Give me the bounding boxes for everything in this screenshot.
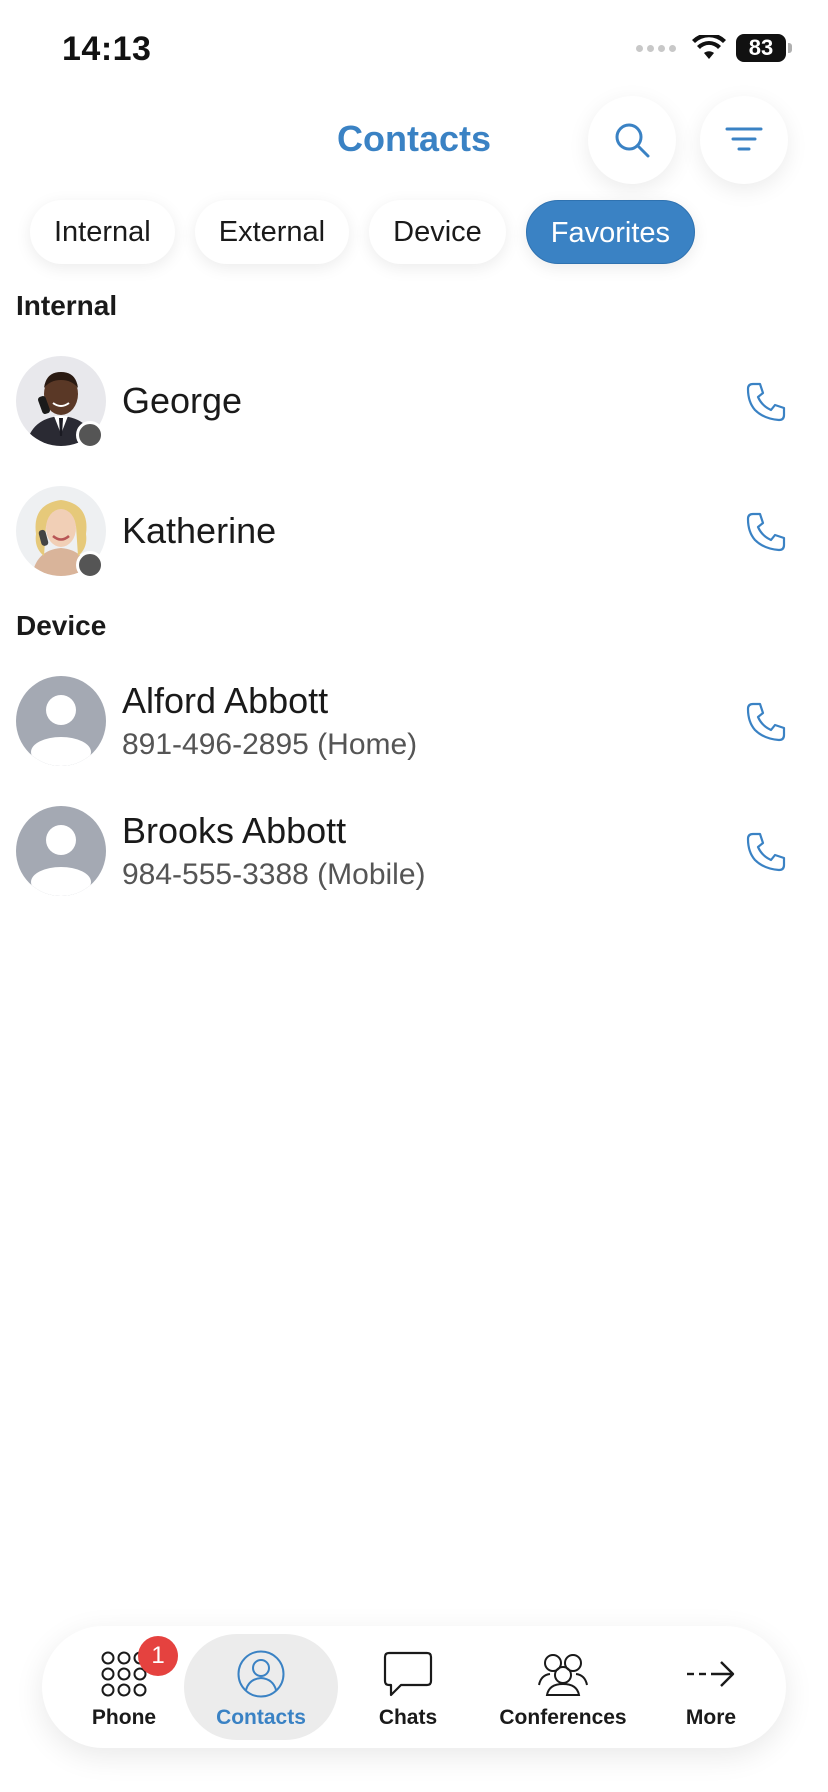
status-icons: 83 (636, 34, 792, 62)
section-title-device: Device (16, 610, 107, 641)
phone-call-icon[interactable] (744, 380, 788, 424)
contact-number: 984-555-3388 (Mobile) (122, 858, 426, 891)
chat-bubble-icon (383, 1646, 433, 1702)
bottom-nav: Phone 1 Contacts Chats Conferences More (42, 1626, 786, 1748)
chip-favorites[interactable]: Favorites (525, 200, 696, 264)
person-placeholder-icon (16, 676, 106, 766)
cellular-signal-icon (636, 44, 676, 52)
chip-device[interactable]: Device (369, 200, 506, 264)
search-button[interactable] (588, 96, 676, 184)
nav-label: More (685, 1706, 737, 1729)
chip-external[interactable]: External (194, 200, 350, 264)
nav-label: Chats (378, 1706, 438, 1729)
person-icon (236, 1646, 286, 1702)
contact-name: Katherine (122, 510, 277, 551)
phone-call-icon[interactable] (744, 510, 788, 554)
battery-icon: 83 (736, 34, 786, 62)
avatar-placeholder (16, 806, 106, 896)
contact-name: Brooks Abbott (122, 810, 347, 851)
filter-chips: Internal External Device Favorites (30, 200, 696, 264)
person-placeholder-icon (16, 806, 106, 896)
contact-row-katherine[interactable]: Katherine (0, 472, 828, 592)
group-icon (536, 1646, 590, 1702)
presence-indicator (76, 421, 104, 449)
nav-contacts[interactable]: Contacts (184, 1634, 338, 1740)
battery-cap (788, 43, 792, 53)
search-icon (615, 123, 650, 158)
contact-name: George (122, 380, 243, 421)
nav-label: Phone (91, 1706, 157, 1729)
status-bar: 14:13 83 (0, 0, 828, 100)
nav-more[interactable]: More (656, 1634, 766, 1740)
contact-row-george[interactable]: George (0, 342, 828, 462)
filter-icon (725, 127, 763, 151)
contact-row-alford-abbott[interactable]: Alford Abbott 891-496-2895 (Home) (0, 662, 828, 782)
presence-indicator (76, 551, 104, 579)
status-time: 14:13 (62, 30, 152, 68)
missed-call-badge: 1 (138, 1636, 178, 1676)
phone-call-icon[interactable] (744, 830, 788, 874)
nav-chats[interactable]: Chats (348, 1634, 468, 1740)
filter-button[interactable] (700, 96, 788, 184)
wifi-icon (692, 35, 726, 59)
chip-internal[interactable]: Internal (30, 200, 175, 264)
nav-label: Conferences (499, 1706, 627, 1729)
nav-label: Contacts (216, 1706, 306, 1729)
contact-name: Alford Abbott (122, 680, 329, 721)
contact-number: 891-496-2895 (Home) (122, 728, 418, 761)
section-title-internal: Internal (16, 290, 118, 321)
header: Contacts (0, 88, 828, 188)
phone-call-icon[interactable] (744, 700, 788, 744)
contact-row-brooks-abbott[interactable]: Brooks Abbott 984-555-3388 (Mobile) (0, 792, 828, 912)
arrow-right-icon (685, 1646, 737, 1702)
nav-conferences[interactable]: Conferences (478, 1634, 648, 1740)
avatar-placeholder (16, 676, 106, 766)
